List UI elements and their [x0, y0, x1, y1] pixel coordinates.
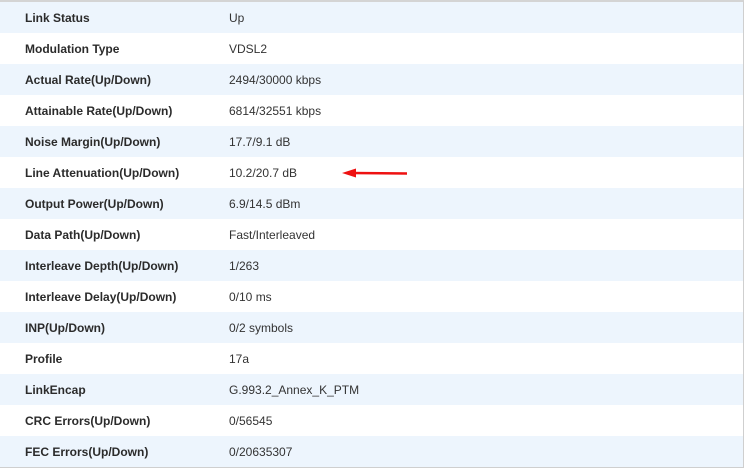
row-label: FEC Errors(Up/Down) — [25, 444, 149, 459]
table-row: FEC Errors(Up/Down) 0/20635307 — [0, 436, 743, 467]
row-value: VDSL2 — [229, 41, 268, 56]
row-label: Attainable Rate(Up/Down) — [25, 103, 173, 118]
row-value: Fast/Interleaved — [229, 227, 316, 242]
red-arrow-icon — [342, 168, 408, 178]
row-label: Interleave Depth(Up/Down) — [25, 258, 179, 273]
row-label: Interleave Delay(Up/Down) — [25, 289, 177, 304]
dsl-status-table: Link Status Up Modulation Type VDSL2 Actual … — [0, 0, 744, 468]
row-label: Noise Margin(Up/Down) — [25, 134, 161, 149]
table-row: Data Path(Up/Down) Fast/Interleaved — [0, 219, 743, 250]
row-label: Output Power(Up/Down) — [25, 196, 164, 211]
row-value: 1/263 — [229, 258, 260, 273]
table-row: Interleave Depth(Up/Down) 1/263 — [0, 250, 743, 281]
row-value: 17a — [229, 351, 250, 366]
row-label: Link Status — [25, 10, 90, 25]
row-label: LinkEncap — [25, 382, 86, 397]
table-row: LinkEncap G.993.2_Annex_K_PTM — [0, 374, 743, 405]
row-value: 0/20635307 — [229, 444, 293, 459]
table-row: Interleave Delay(Up/Down) 0/10 ms — [0, 281, 743, 312]
row-value: 0/56545 — [229, 413, 273, 428]
row-label: Modulation Type — [25, 41, 120, 56]
table-row: Noise Margin(Up/Down) 17.7/9.1 dB — [0, 126, 743, 157]
row-value: 0/2 symbols — [229, 320, 294, 335]
row-label: Actual Rate(Up/Down) — [25, 72, 151, 87]
table-row: INP(Up/Down) 0/2 symbols — [0, 312, 743, 343]
row-label: Profile — [25, 351, 63, 366]
row-value: 10.2/20.7 dB — [229, 165, 298, 180]
row-value: 17.7/9.1 dB — [229, 134, 291, 149]
table-row: Attainable Rate(Up/Down) 6814/32551 kbps — [0, 95, 743, 126]
table-row: Modulation Type VDSL2 — [0, 33, 743, 64]
row-value: 0/10 ms — [229, 289, 272, 304]
table-row: Profile 17a — [0, 343, 743, 374]
row-label: Line Attenuation(Up/Down) — [25, 165, 180, 180]
row-value: 6.9/14.5 dBm — [229, 196, 301, 211]
table-row: Actual Rate(Up/Down) 2494/30000 kbps — [0, 64, 743, 95]
table-row: Output Power(Up/Down) 6.9/14.5 dBm — [0, 188, 743, 219]
table-row: Link Status Up — [0, 2, 743, 33]
row-label: INP(Up/Down) — [25, 320, 105, 335]
row-label: CRC Errors(Up/Down) — [25, 413, 151, 428]
row-value: 2494/30000 kbps — [229, 72, 322, 87]
row-value: Up — [229, 10, 245, 25]
row-value: G.993.2_Annex_K_PTM — [229, 382, 360, 397]
row-label: Data Path(Up/Down) — [25, 227, 141, 242]
table-row: CRC Errors(Up/Down) 0/56545 — [0, 405, 743, 436]
row-value: 6814/32551 kbps — [229, 103, 322, 118]
